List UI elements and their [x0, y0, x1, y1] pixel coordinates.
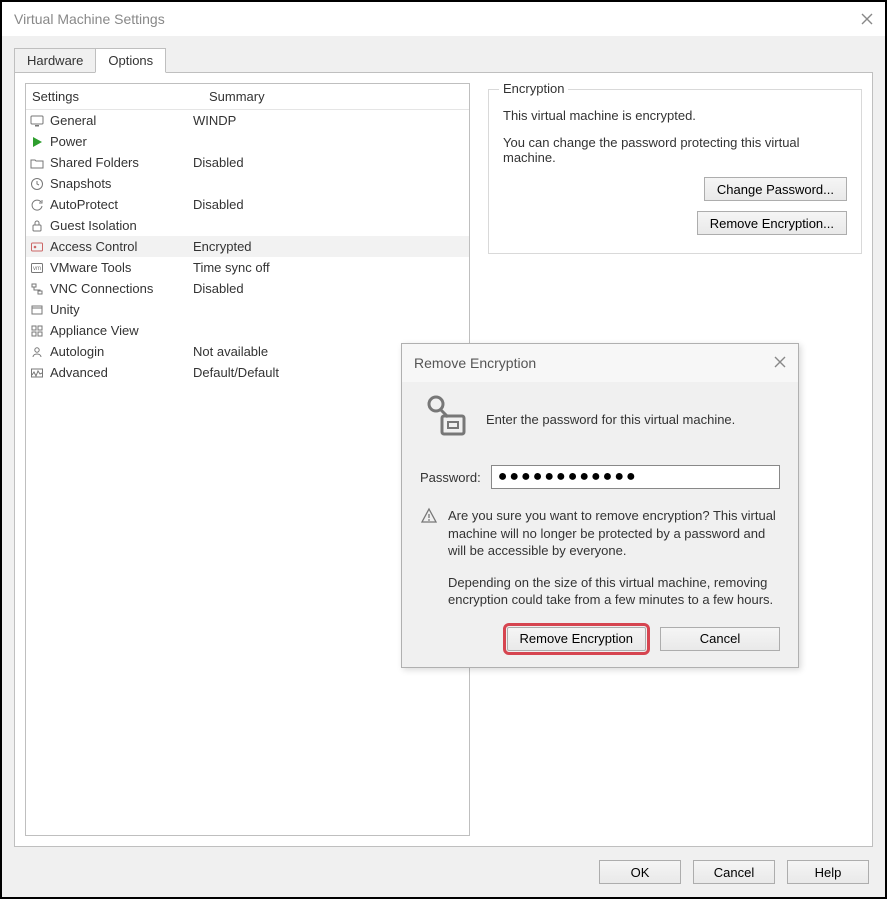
settings-item-label: VNC Connections — [48, 281, 193, 296]
cancel-button[interactable]: Cancel — [693, 860, 775, 884]
settings-item-label: VMware Tools — [48, 260, 193, 275]
settings-item-appliance-view[interactable]: Appliance View — [26, 320, 469, 341]
settings-item-guest-isolation[interactable]: Guest Isolation — [26, 215, 469, 236]
user-icon — [26, 345, 48, 359]
settings-item-label: Access Control — [48, 239, 193, 254]
tabstrip: Hardware Options — [14, 48, 873, 72]
key-lock-icon — [420, 392, 472, 447]
encryption-legend: Encryption — [499, 81, 568, 96]
warning-text-2: Depending on the size of this virtual ma… — [448, 574, 780, 609]
settings-item-unity[interactable]: Unity — [26, 299, 469, 320]
folder-icon — [26, 156, 48, 170]
settings-item-label: General — [48, 113, 193, 128]
close-icon[interactable] — [774, 355, 786, 371]
grid-icon — [26, 324, 48, 338]
password-input[interactable] — [491, 465, 780, 489]
play-icon — [26, 135, 48, 149]
settings-item-access-control[interactable]: Access Control Encrypted — [26, 236, 469, 257]
waveform-icon — [26, 366, 48, 380]
vm-settings-window: Virtual Machine Settings Hardware Option… — [0, 0, 887, 899]
settings-item-label: Autologin — [48, 344, 193, 359]
titlebar: Virtual Machine Settings — [2, 2, 885, 36]
settings-item-summary: Disabled — [193, 197, 469, 212]
dialog-cancel-button[interactable]: Cancel — [660, 627, 780, 651]
encryption-status-text: This virtual machine is encrypted. — [503, 108, 847, 123]
col-header-summary: Summary — [203, 84, 469, 109]
remove-encryption-dialog: Remove Encryption Enter the password for… — [401, 343, 799, 668]
settings-item-label: Power — [48, 134, 193, 149]
settings-item-snapshots[interactable]: Snapshots — [26, 173, 469, 194]
settings-item-summary: Time sync off — [193, 260, 469, 275]
window-icon — [26, 303, 48, 317]
dialog-footer: OK Cancel Help — [2, 847, 885, 897]
change-password-button[interactable]: Change Password... — [704, 177, 847, 201]
warning-icon — [420, 507, 438, 623]
settings-item-label: Advanced — [48, 365, 193, 380]
refresh-icon — [26, 198, 48, 212]
dialog-prompt: Enter the password for this virtual mach… — [486, 412, 735, 427]
settings-list-header: Settings Summary — [26, 84, 469, 110]
monitor-icon — [26, 114, 48, 128]
settings-item-summary: WINDP — [193, 113, 469, 128]
network-icon — [26, 282, 48, 296]
settings-item-general[interactable]: General WINDP — [26, 110, 469, 131]
settings-item-vmware-tools[interactable]: vm VMware Tools Time sync off — [26, 257, 469, 278]
settings-item-label: Unity — [48, 302, 193, 317]
settings-item-power[interactable]: Power — [26, 131, 469, 152]
ok-button[interactable]: OK — [599, 860, 681, 884]
settings-item-label: Appliance View — [48, 323, 193, 338]
tab-hardware[interactable]: Hardware — [14, 48, 95, 73]
help-button[interactable]: Help — [787, 860, 869, 884]
password-label: Password: — [420, 470, 481, 485]
settings-item-label: Shared Folders — [48, 155, 193, 170]
col-header-settings: Settings — [26, 84, 203, 109]
settings-item-label: Guest Isolation — [48, 218, 193, 233]
settings-item-label: AutoProtect — [48, 197, 193, 212]
window-title: Virtual Machine Settings — [14, 11, 165, 27]
settings-item-summary: Encrypted — [193, 239, 469, 254]
remove-encryption-button[interactable]: Remove Encryption... — [697, 211, 847, 235]
warning-text-1: Are you sure you want to remove encrypti… — [448, 507, 780, 560]
key-icon — [26, 240, 48, 254]
confirm-remove-encryption-button[interactable]: Remove Encryption — [507, 627, 646, 651]
vm-icon: vm — [26, 261, 48, 275]
svg-text:vm: vm — [33, 266, 41, 272]
clock-icon — [26, 177, 48, 191]
settings-item-label: Snapshots — [48, 176, 193, 191]
encryption-info-text: You can change the password protecting t… — [503, 135, 847, 165]
dialog-title: Remove Encryption — [414, 355, 536, 371]
settings-item-shared-folders[interactable]: Shared Folders Disabled — [26, 152, 469, 173]
tab-options[interactable]: Options — [95, 48, 166, 73]
encryption-groupbox: Encryption This virtual machine is encry… — [488, 89, 862, 254]
settings-item-autoprotect[interactable]: AutoProtect Disabled — [26, 194, 469, 215]
settings-item-summary: Disabled — [193, 155, 469, 170]
settings-item-summary: Disabled — [193, 281, 469, 296]
close-icon[interactable] — [861, 13, 873, 25]
lock-icon — [26, 219, 48, 233]
settings-item-vnc[interactable]: VNC Connections Disabled — [26, 278, 469, 299]
dialog-titlebar: Remove Encryption — [402, 344, 798, 382]
